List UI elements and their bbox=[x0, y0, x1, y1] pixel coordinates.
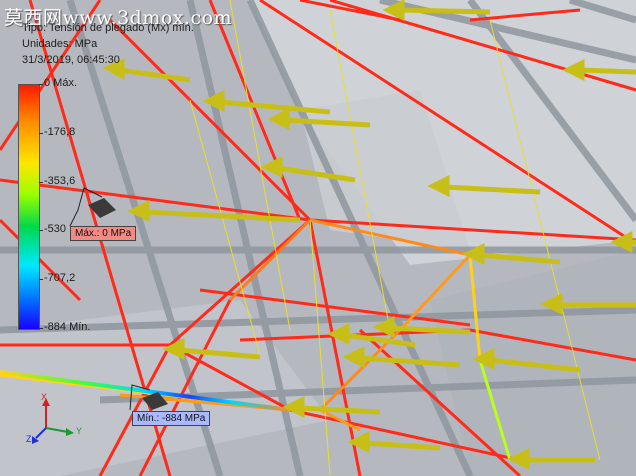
legend-tick bbox=[39, 133, 43, 134]
min-value-callout[interactable]: Mín.: -884 MPa bbox=[132, 411, 211, 426]
legend-tick bbox=[39, 279, 43, 280]
y-axis-label: Y bbox=[76, 426, 82, 436]
legend-tick bbox=[39, 230, 43, 231]
max-value-callout[interactable]: Máx.: 0 MPa bbox=[70, 226, 137, 241]
legend-tick bbox=[39, 182, 43, 183]
y-axis-arrowhead bbox=[66, 428, 74, 436]
result-info: Tipo: Tensión de plegado (Mx) mín. Unida… bbox=[22, 20, 194, 68]
y-axis-arrow bbox=[45, 427, 69, 433]
legend-max-label: 0 Máx. bbox=[44, 77, 78, 89]
axis-triad[interactable]: X Y Z bbox=[26, 392, 86, 448]
x-axis-label: X bbox=[41, 392, 47, 402]
z-axis-label: Z bbox=[26, 434, 32, 444]
model-viewport[interactable]: 莫西网www.3dmox.com Tipo: Tensión de plegad… bbox=[0, 0, 636, 476]
legend-tick bbox=[39, 84, 43, 85]
result-units: Unidades: MPa bbox=[22, 38, 98, 50]
legend-min-label: -884 Mín. bbox=[44, 321, 91, 333]
legend-tick-label: -176,8 bbox=[44, 126, 76, 138]
result-datetime: 31/3/2019, 06:45:30 bbox=[22, 54, 120, 66]
color-legend-bar bbox=[18, 84, 40, 330]
result-type: Tipo: Tensión de plegado (Mx) mín. bbox=[22, 22, 194, 34]
legend-tick bbox=[39, 328, 43, 329]
legend-tick-label: -353,6 bbox=[44, 175, 76, 187]
legend-tick-label: -707,2 bbox=[44, 272, 76, 284]
z-axis-arrow bbox=[35, 427, 47, 439]
legend-tick-label: -530 bbox=[44, 223, 67, 235]
